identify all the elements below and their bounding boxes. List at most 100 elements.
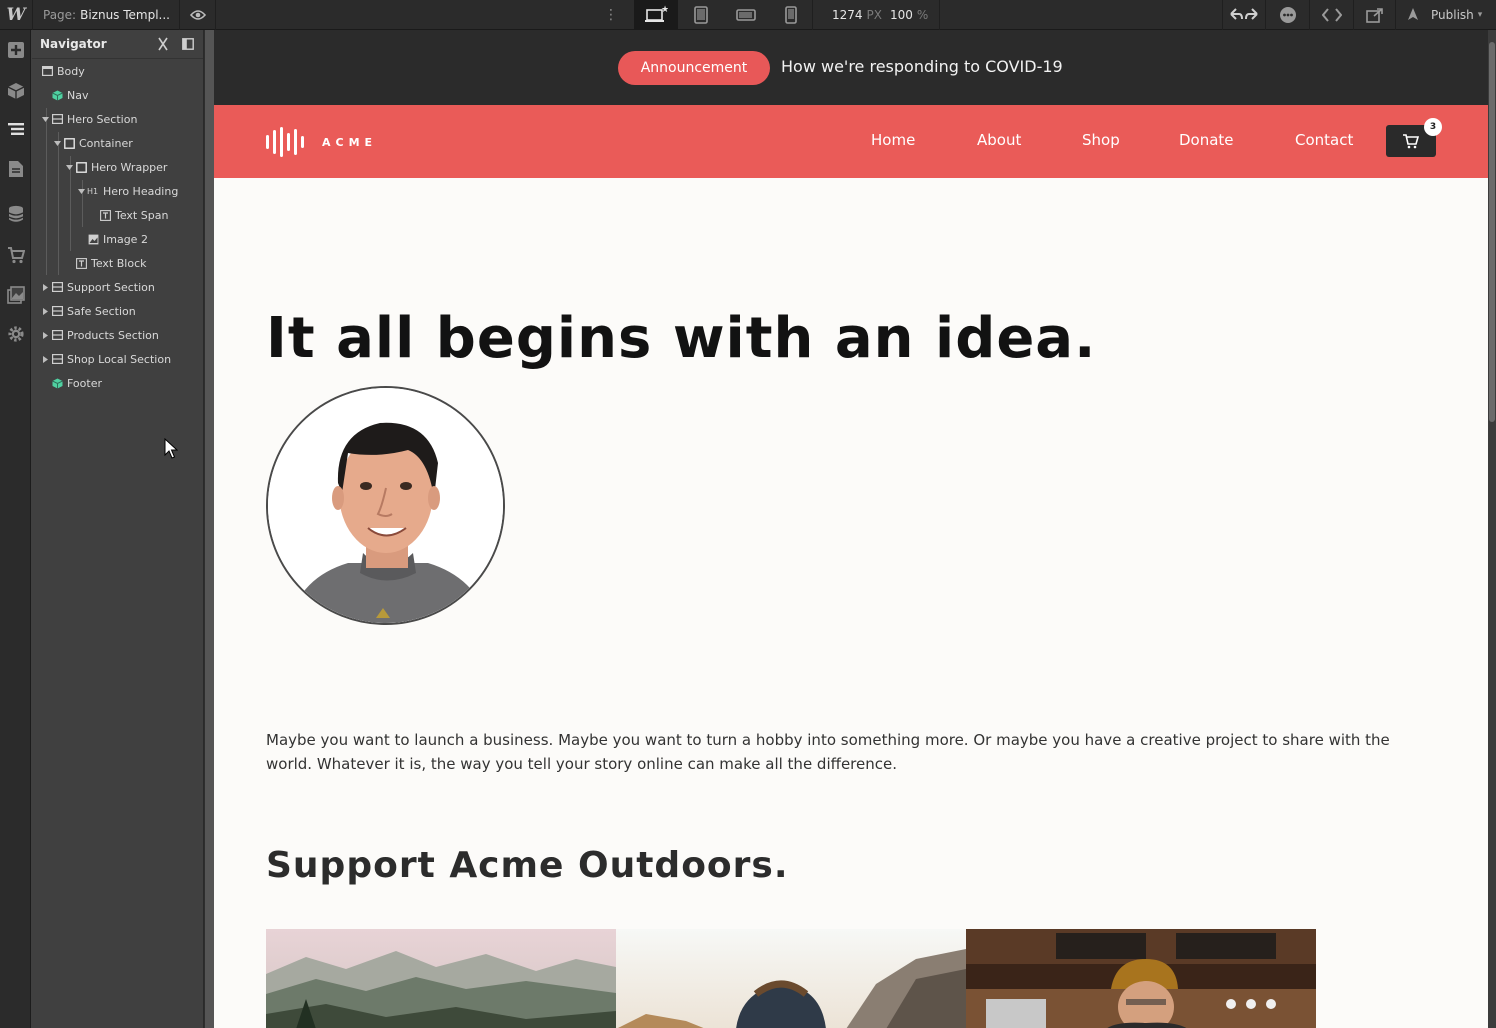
image-icon [86,233,100,245]
announcement-message[interactable]: How we're responding to COVID-19 [781,57,1063,76]
navigator-item-label: Hero Heading [103,184,179,198]
add-panel-icon[interactable] [0,32,31,68]
section-icon [50,113,64,125]
navigator-item-label: Hero Wrapper [91,160,168,174]
caret-down-icon[interactable] [76,188,86,194]
design-canvas[interactable]: Announcement How we're responding to COV… [214,30,1488,1028]
settings-gear-icon[interactable] [0,316,31,352]
hero-text-block[interactable]: Maybe you want to launch a business. May… [266,728,1416,776]
navigator-item-label: Body [57,64,85,78]
navigator-item[interactable]: Hero Section [40,107,137,131]
nav-link-contact[interactable]: Contact [1295,131,1353,149]
site-navbar: ACME Home About Shop Donate Contact 3 [214,105,1488,178]
navigator-item[interactable]: Hero Wrapper [64,155,167,179]
publish-button[interactable]: Publish ▾ [1395,0,1496,30]
mouse-cursor-icon [164,437,179,464]
nav-link-home[interactable]: Home [871,131,915,149]
navigator-item-label: Container [79,136,133,150]
breakpoint-mobile-landscape-icon[interactable] [724,0,768,30]
webflow-logo[interactable]: W [0,0,32,30]
brand-logo[interactable]: ACME [266,127,377,157]
scrollbar-thumb[interactable] [1489,42,1495,422]
rocket-icon [1408,8,1418,20]
navigator-item[interactable]: Container [52,131,133,155]
navigator-item[interactable]: Text Span [88,203,168,227]
navigator-item-label: Products Section [67,328,159,342]
navigator-item[interactable]: Body [40,59,85,83]
code-export-icon[interactable] [1309,0,1353,30]
close-icon[interactable] [158,37,168,54]
cart-button[interactable]: 3 [1386,118,1442,157]
navigator-header: Navigator [32,30,203,59]
navigator-item-label: Nav [67,88,89,102]
share-icon[interactable] [1353,0,1395,30]
caret-right-icon[interactable] [40,307,50,315]
navigator-item[interactable]: Safe Section [40,299,136,323]
caret-down-icon[interactable] [64,164,74,170]
dock-panel-icon[interactable] [182,38,194,53]
pages-icon[interactable] [0,151,31,187]
breakpoint-mobile-portrait-icon[interactable] [769,0,813,30]
navigator-item[interactable]: H1 Hero Heading [76,179,178,203]
navigator-item[interactable]: Footer [40,371,102,395]
support-heading[interactable]: Support Acme Outdoors. [266,845,789,886]
canvas-scrollbar[interactable] [1488,30,1496,1028]
nav-link-about[interactable]: About [977,131,1021,149]
section-icon [50,329,64,341]
symbols-cube-icon[interactable] [0,73,31,109]
section-icon [50,305,64,317]
coffee-shop-barista-image[interactable] [966,929,1316,1028]
navigator-item-label: Footer [67,376,102,390]
hero-heading[interactable]: It all begins with an idea. [266,306,1096,371]
assets-image-icon[interactable] [0,277,31,313]
undo-redo-icon[interactable] [1222,0,1264,30]
svg-text:H1: H1 [87,187,98,196]
page-prefix: Page: [43,8,77,22]
navigator-item[interactable]: Products Section [40,323,159,347]
nav-link-donate[interactable]: Donate [1179,131,1234,149]
ecommerce-cart-icon[interactable] [0,237,31,273]
navigator-item-label: Text Span [115,208,169,222]
more-options-icon[interactable]: ⋮ [598,0,624,30]
heading-icon: H1 [86,185,100,197]
zoom-value: 100 [890,8,913,22]
caret-right-icon[interactable] [40,355,50,363]
body-icon [40,65,54,77]
div-block-icon [74,161,88,173]
cart-icon [1403,134,1420,149]
canvas-width-unit: PX [866,8,883,22]
hero-avatar-image[interactable] [266,386,505,625]
navigator-item[interactable]: Image 2 [76,227,148,251]
nav-link-shop[interactable]: Shop [1082,131,1120,149]
breakpoint-tablet-icon[interactable] [679,0,723,30]
comments-icon[interactable] [1265,0,1309,30]
navigator-item[interactable]: Nav [40,83,88,107]
page-selector[interactable]: Page: Biznus Templ... [32,0,180,30]
navigator-item[interactable]: Support Section [40,275,155,299]
publish-label: Publish [1431,8,1474,22]
div-block-icon [62,137,76,149]
canvas-size-readout[interactable]: 1274 PX 100 % [812,0,940,30]
announcement-bar: Announcement How we're responding to COV… [214,30,1488,105]
breakpoint-desktop-icon[interactable]: ★ [634,0,678,30]
caret-down-icon[interactable] [40,116,50,122]
navigator-item[interactable]: Shop Local Section [40,347,171,371]
mountain-landscape-image[interactable] [266,929,616,1028]
section-icon [50,281,64,293]
caret-right-icon[interactable] [40,283,50,291]
chevron-down-icon: ▾ [1477,10,1483,20]
navigator-panel: Navigator Body Nav Hero Section Container He… [32,30,204,1028]
caret-right-icon[interactable] [40,331,50,339]
cms-database-icon[interactable] [0,196,31,232]
caret-down-icon[interactable] [52,140,62,146]
hiker-backpack-image[interactable] [616,929,966,1028]
text-icon [98,209,112,221]
soundwave-logo-icon [266,127,304,157]
navigator-item-label: Hero Section [67,112,138,126]
panel-resize-strip[interactable] [204,30,214,1028]
navigator-item-label: Text Block [91,256,147,270]
navigator-icon[interactable] [0,111,31,147]
navigator-item[interactable]: Text Block [64,251,147,275]
preview-eye-icon[interactable] [180,0,216,30]
announcement-pill[interactable]: Announcement [618,51,770,85]
